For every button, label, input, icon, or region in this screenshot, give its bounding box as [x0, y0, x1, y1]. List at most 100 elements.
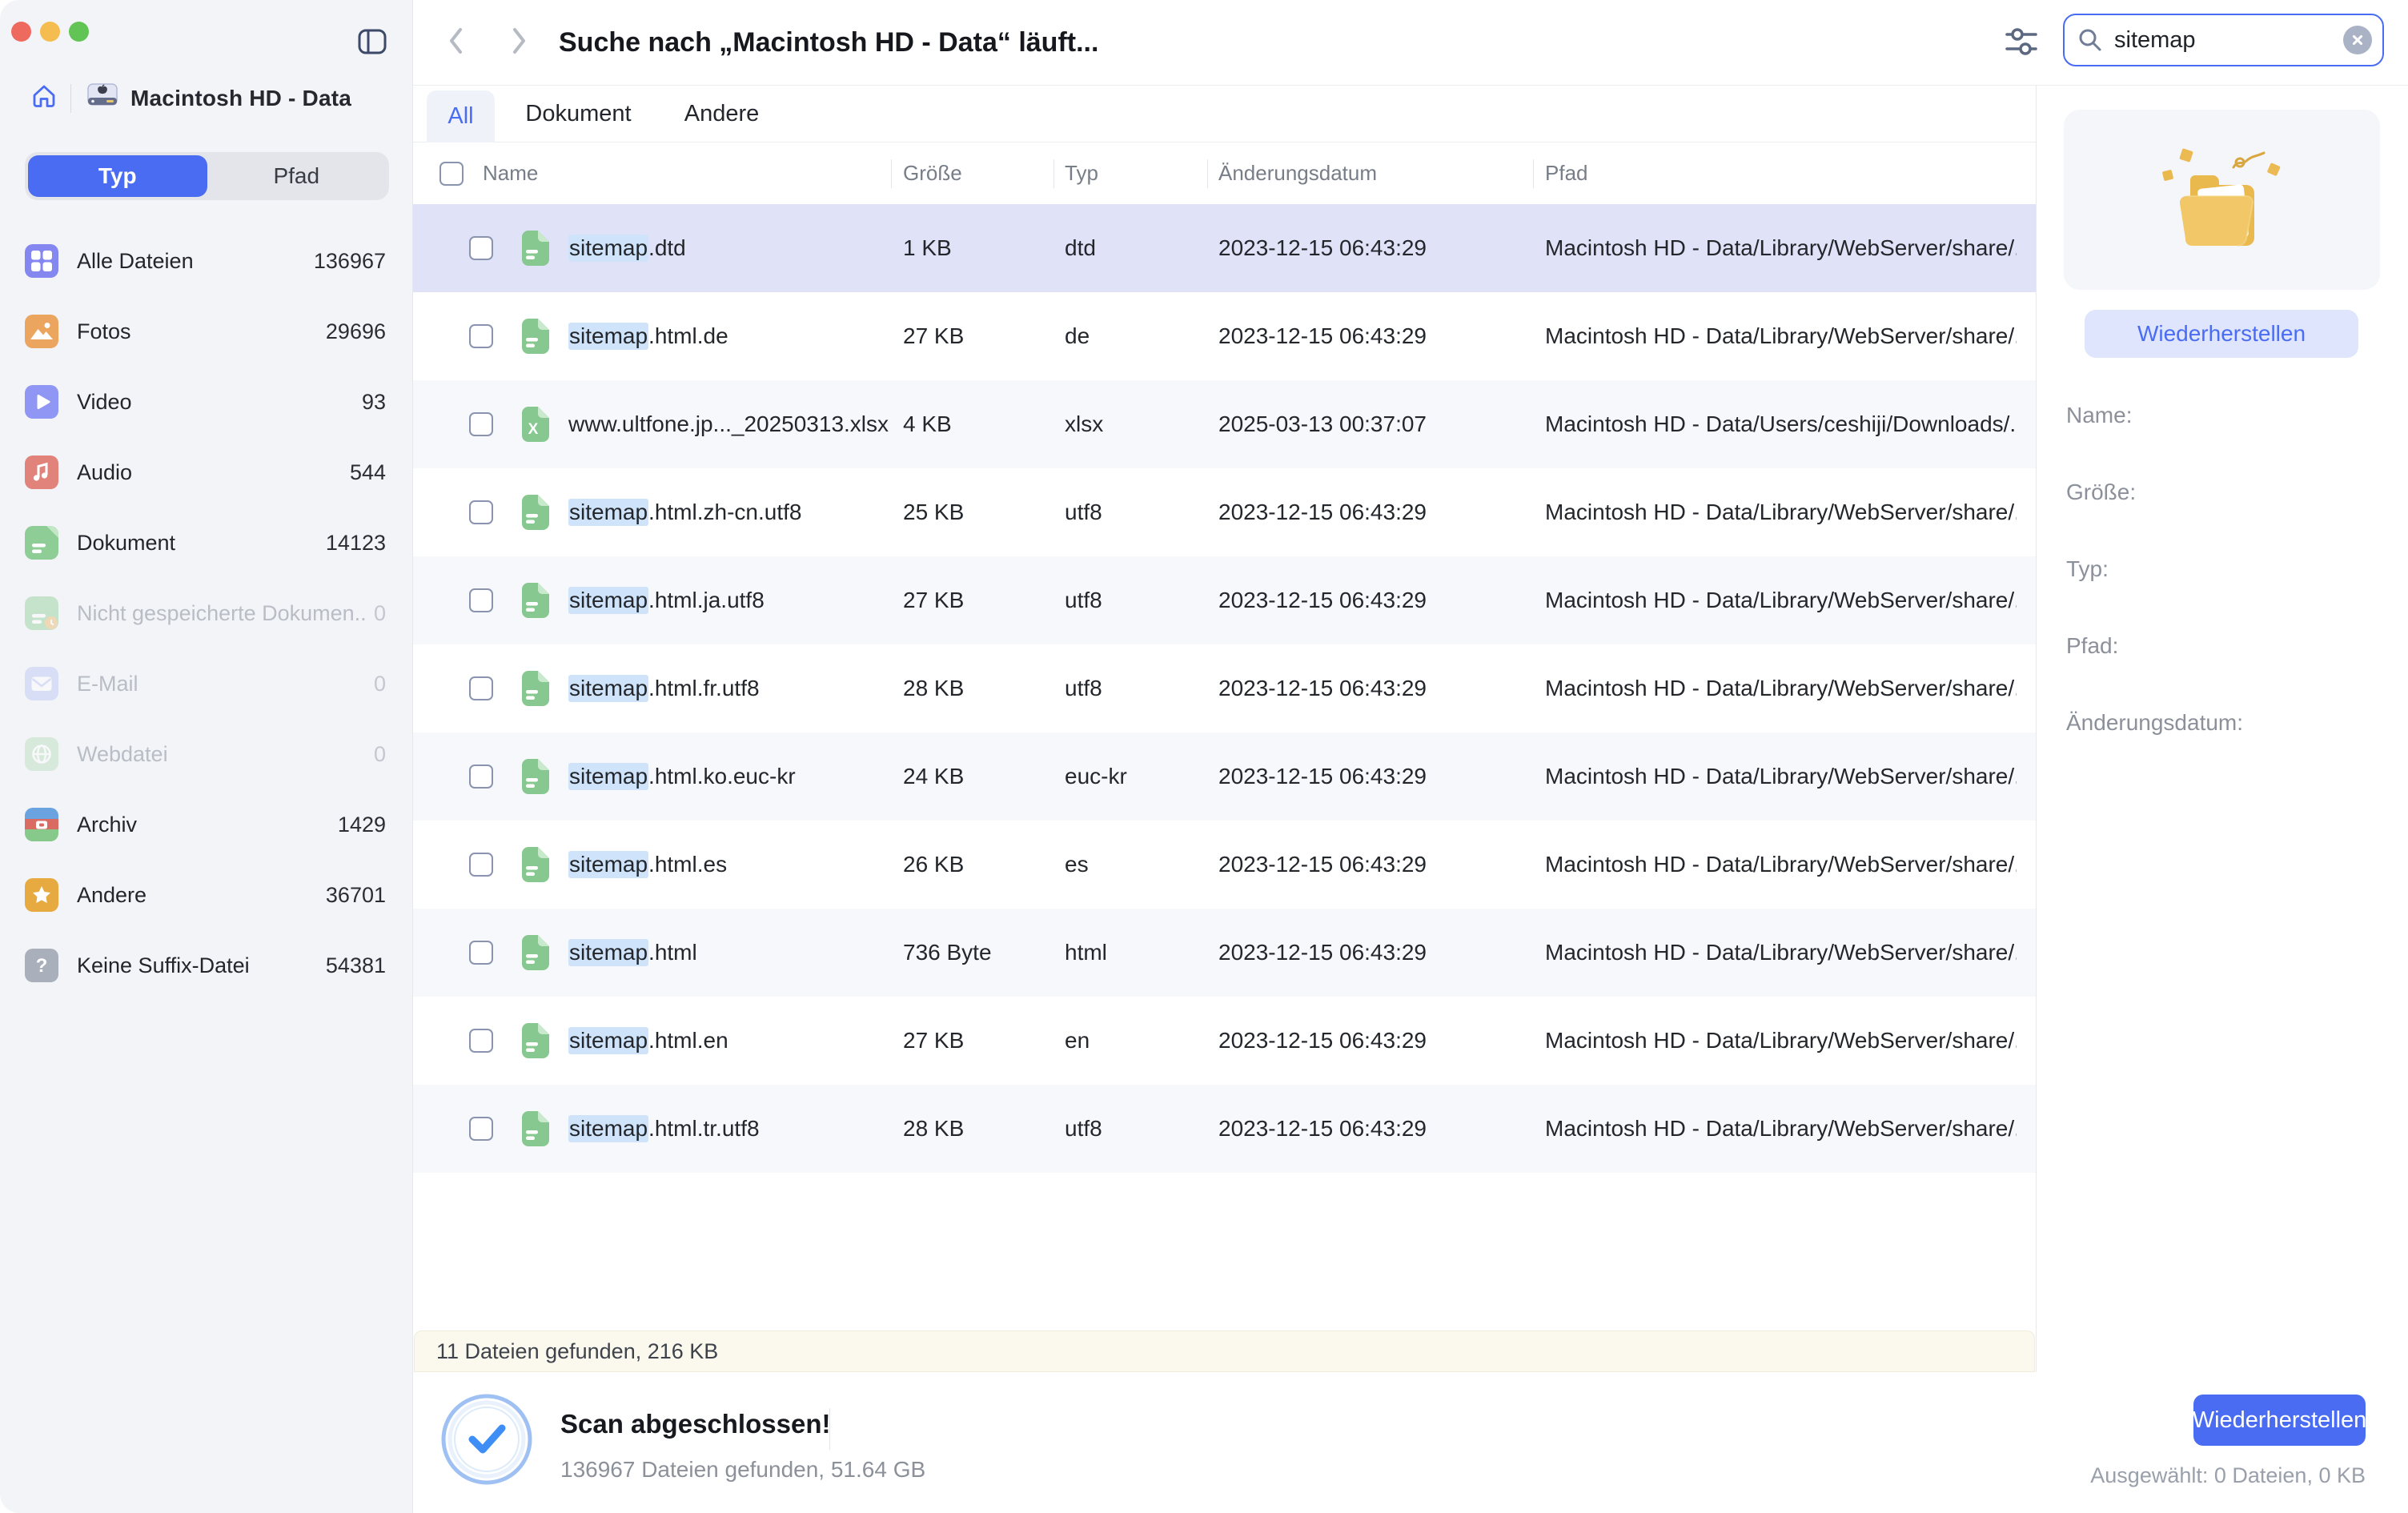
- column-divider: [891, 159, 892, 188]
- sidebar-item-archiv[interactable]: Archiv1429: [0, 789, 413, 860]
- sidebar-item-video[interactable]: Video93: [0, 367, 413, 437]
- sidebar-item-webdatei[interactable]: Webdatei0: [0, 719, 413, 789]
- selected-files-info: Ausgewählt: 0 Dateien, 0 KB: [2090, 1463, 2366, 1488]
- file-type: euc-kr: [1065, 732, 1127, 821]
- sidebar-item-count: 0: [374, 601, 386, 626]
- result-summary-text: 11 Dateien gefunden, 216 KB: [436, 1339, 718, 1364]
- table-row[interactable]: sitemap.html.ko.euc-kr24 KBeuc-kr2023-12…: [413, 732, 2036, 821]
- column-header-name[interactable]: Name: [483, 142, 538, 204]
- row-checkbox[interactable]: [469, 588, 493, 612]
- sidebar-item-count: 36701: [326, 883, 386, 908]
- home-icon[interactable]: [30, 82, 58, 114]
- sidebar-toggle-icon[interactable]: [358, 29, 387, 54]
- column-divider: [1533, 159, 1534, 188]
- sidebar: Macintosh HD - Data Typ Pfad Alle Dateie…: [0, 0, 413, 1513]
- select-all-checkbox[interactable]: [439, 162, 464, 186]
- back-icon[interactable]: [445, 23, 468, 62]
- tab-andere[interactable]: Andere: [679, 86, 765, 142]
- detail-label-typ: Typ:: [2066, 556, 2109, 583]
- search-match-highlight: sitemap: [568, 939, 648, 966]
- column-header-date[interactable]: Änderungsdatum: [1218, 142, 1377, 204]
- file-size: 26 KB: [903, 821, 964, 909]
- table-row[interactable]: sitemap.html.fr.utf828 KButf82023-12-15 …: [413, 644, 2036, 732]
- audio-icon: [25, 456, 58, 489]
- document-file-icon: [519, 556, 549, 644]
- table-row[interactable]: sitemap.dtd1 KBdtd2023-12-15 06:43:29Mac…: [413, 204, 2036, 292]
- close-window-button[interactable]: [11, 22, 31, 42]
- table-row[interactable]: sitemap.html.de27 KBde2023-12-15 06:43:2…: [413, 292, 2036, 380]
- file-modified-date: 2023-12-15 06:43:29: [1218, 821, 1427, 909]
- row-checkbox[interactable]: [469, 853, 493, 877]
- sidebar-item-count: 544: [350, 460, 386, 485]
- table-row[interactable]: sitemap.html.es26 KBes2023-12-15 06:43:2…: [413, 821, 2036, 909]
- tab-dokument[interactable]: Dokument: [524, 86, 632, 142]
- sidebar-item-audio[interactable]: Audio544: [0, 437, 413, 508]
- file-name: sitemap.dtd: [568, 204, 897, 292]
- unsaved-document-icon: [25, 596, 58, 630]
- sidebar-item-label: E-Mail: [77, 672, 367, 696]
- filter-icon[interactable]: [2005, 26, 2038, 57]
- table-row[interactable]: Xwww.ultfone.jp..._20250313.xlsx4 KBxlsx…: [413, 380, 2036, 468]
- row-checkbox[interactable]: [469, 1117, 493, 1141]
- document-file-icon: [519, 468, 549, 556]
- row-checkbox[interactable]: [469, 324, 493, 348]
- table-row[interactable]: sitemap.html736 Bytehtml2023-12-15 06:43…: [413, 909, 2036, 997]
- search-icon: [2077, 27, 2103, 53]
- recover-button-primary[interactable]: Wiederherstellen: [2193, 1395, 2366, 1446]
- row-checkbox[interactable]: [469, 765, 493, 789]
- row-checkbox[interactable]: [469, 236, 493, 260]
- file-modified-date: 2023-12-15 06:43:29: [1218, 468, 1427, 556]
- row-checkbox[interactable]: [469, 500, 493, 524]
- minimize-window-button[interactable]: [40, 22, 60, 42]
- scan-complete-check-icon: [440, 1393, 533, 1486]
- sidebar-item-label: Dokument: [77, 531, 319, 556]
- file-name: sitemap.html.tr.utf8: [568, 1085, 897, 1173]
- sidebar-item-count: 29696: [326, 319, 386, 344]
- column-header-path[interactable]: Pfad: [1545, 142, 1588, 204]
- row-checkbox[interactable]: [469, 412, 493, 436]
- search-input[interactable]: [2113, 26, 2343, 54]
- file-path: Macintosh HD - Data/Library/WebServer/sh…: [1545, 204, 2017, 292]
- row-checkbox[interactable]: [469, 941, 493, 965]
- row-checkbox[interactable]: [469, 676, 493, 700]
- sidebar-item-label: Nicht gespeicherte Dokumen...: [77, 601, 367, 626]
- file-name: sitemap.html: [568, 909, 897, 997]
- document-file-icon: [519, 292, 549, 380]
- segment-typ[interactable]: Typ: [28, 155, 207, 197]
- table-row[interactable]: sitemap.html.ja.utf827 KButf82023-12-15 …: [413, 556, 2036, 644]
- sidebar-item-alle-dateien[interactable]: Alle Dateien136967: [0, 226, 413, 296]
- detail-label-pfad: Pfad:: [2066, 632, 2118, 660]
- file-type: html: [1065, 909, 1107, 997]
- recover-button-secondary[interactable]: Wiederherstellen: [2085, 310, 2358, 358]
- details-panel: Wiederherstellen Name:Größe:Typ:Pfad:Änd…: [2036, 86, 2408, 1372]
- file-path: Macintosh HD - Data/Library/WebServer/sh…: [1545, 556, 2017, 644]
- file-name: sitemap.html.es: [568, 821, 897, 909]
- file-path: Macintosh HD - Data/Library/WebServer/sh…: [1545, 292, 2017, 380]
- grid-icon: [25, 244, 58, 278]
- sidebar-item-dokument[interactable]: Dokument14123: [0, 508, 413, 578]
- file-path: Macintosh HD - Data/Library/WebServer/sh…: [1545, 997, 2017, 1085]
- sidebar-item-e-mail[interactable]: E-Mail0: [0, 648, 413, 719]
- mail-icon: [25, 667, 58, 700]
- column-header-type[interactable]: Typ: [1065, 142, 1098, 204]
- column-header-size[interactable]: Größe: [903, 142, 962, 204]
- spreadsheet-file-icon: X: [519, 380, 549, 468]
- table-row[interactable]: sitemap.html.zh-cn.utf825 KButf82023-12-…: [413, 468, 2036, 556]
- file-name: sitemap.html.zh-cn.utf8: [568, 468, 897, 556]
- sidebar-item-fotos[interactable]: Fotos29696: [0, 296, 413, 367]
- tab-all[interactable]: All: [427, 90, 495, 142]
- file-name: sitemap.html.de: [568, 292, 897, 380]
- sidebar-item-count: 54381: [326, 953, 386, 978]
- segment-pfad[interactable]: Pfad: [207, 155, 387, 197]
- row-checkbox[interactable]: [469, 1029, 493, 1053]
- file-size: 28 KB: [903, 644, 964, 732]
- zoom-window-button[interactable]: [69, 22, 89, 42]
- table-row[interactable]: sitemap.html.tr.utf828 KButf82023-12-15 …: [413, 1085, 2036, 1173]
- sidebar-item-nicht-gespeicherte-dokumen[interactable]: Nicht gespeicherte Dokumen... 0: [0, 578, 413, 648]
- sidebar-item-andere[interactable]: Andere36701: [0, 860, 413, 930]
- clear-search-icon[interactable]: [2343, 26, 2372, 54]
- sidebar-item-keine-suffix-datei[interactable]: ?Keine Suffix-Datei54381: [0, 930, 413, 1001]
- file-name: sitemap.html.ko.euc-kr: [568, 732, 897, 821]
- forward-icon[interactable]: [508, 23, 530, 62]
- table-row[interactable]: sitemap.html.en27 KBen2023-12-15 06:43:2…: [413, 997, 2036, 1085]
